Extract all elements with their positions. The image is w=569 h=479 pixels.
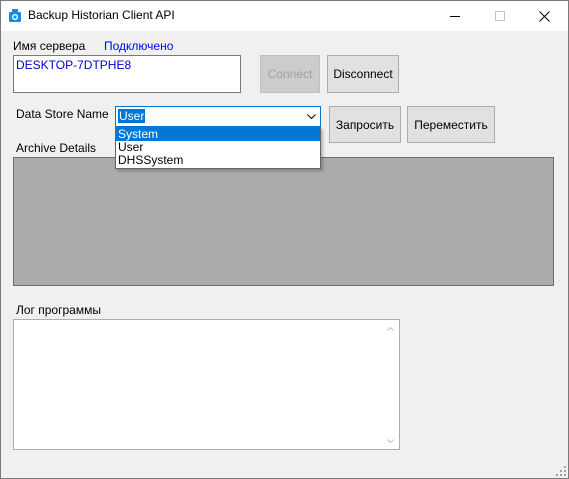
connect-button-label: Connect — [267, 67, 313, 81]
archive-details-panel — [13, 157, 554, 286]
close-icon — [539, 10, 550, 22]
connection-status: Подключено — [104, 39, 174, 53]
chevron-down-icon — [307, 113, 316, 119]
data-store-selected: User — [118, 109, 146, 123]
connect-button: Connect — [260, 55, 320, 93]
data-store-label: Data Store Name — [16, 107, 109, 121]
query-button[interactable]: Запросить — [329, 106, 401, 143]
maximize-icon — [494, 11, 505, 21]
disconnect-button[interactable]: Disconnect — [327, 55, 399, 93]
program-log-textarea[interactable] — [13, 319, 400, 450]
close-button[interactable] — [522, 1, 567, 31]
main-window: Backup Historian Client API Имя сервера … — [0, 0, 569, 479]
move-button-label: Переместить — [414, 117, 488, 132]
minimize-icon — [449, 16, 460, 17]
server-name-field[interactable]: DESKTOP-7DTPHE8 — [13, 55, 241, 93]
window-title: Backup Historian Client API — [28, 8, 175, 22]
app-icon — [9, 9, 21, 22]
log-scrollbar[interactable] — [382, 320, 399, 449]
scroll-down-button[interactable] — [382, 432, 399, 449]
scroll-up-icon — [387, 326, 394, 331]
data-store-combobox[interactable]: User — [115, 106, 321, 127]
dropdown-option-dhssystem[interactable]: DHSSystem — [116, 154, 320, 167]
archive-details-label: Archive Details — [16, 141, 97, 155]
scroll-down-icon — [387, 438, 394, 443]
dropdown-option-system[interactable]: System — [116, 128, 320, 141]
minimize-button[interactable] — [432, 1, 477, 31]
disconnect-button-label: Disconnect — [333, 67, 393, 81]
data-store-dropdown-list[interactable]: System User DHSSystem — [115, 127, 321, 169]
title-bar[interactable]: Backup Historian Client API — [1, 1, 568, 31]
scroll-up-button[interactable] — [382, 320, 399, 337]
move-button[interactable]: Переместить — [407, 106, 495, 143]
resize-grip-icon[interactable] — [556, 466, 566, 476]
query-button-label: Запросить — [335, 117, 395, 132]
server-name-value: DESKTOP-7DTPHE8 — [16, 58, 132, 72]
program-log-label: Лог программы — [16, 303, 101, 317]
server-name-label: Имя сервера — [13, 39, 86, 53]
combobox-arrow-button[interactable] — [303, 107, 320, 126]
maximize-button — [477, 1, 522, 31]
